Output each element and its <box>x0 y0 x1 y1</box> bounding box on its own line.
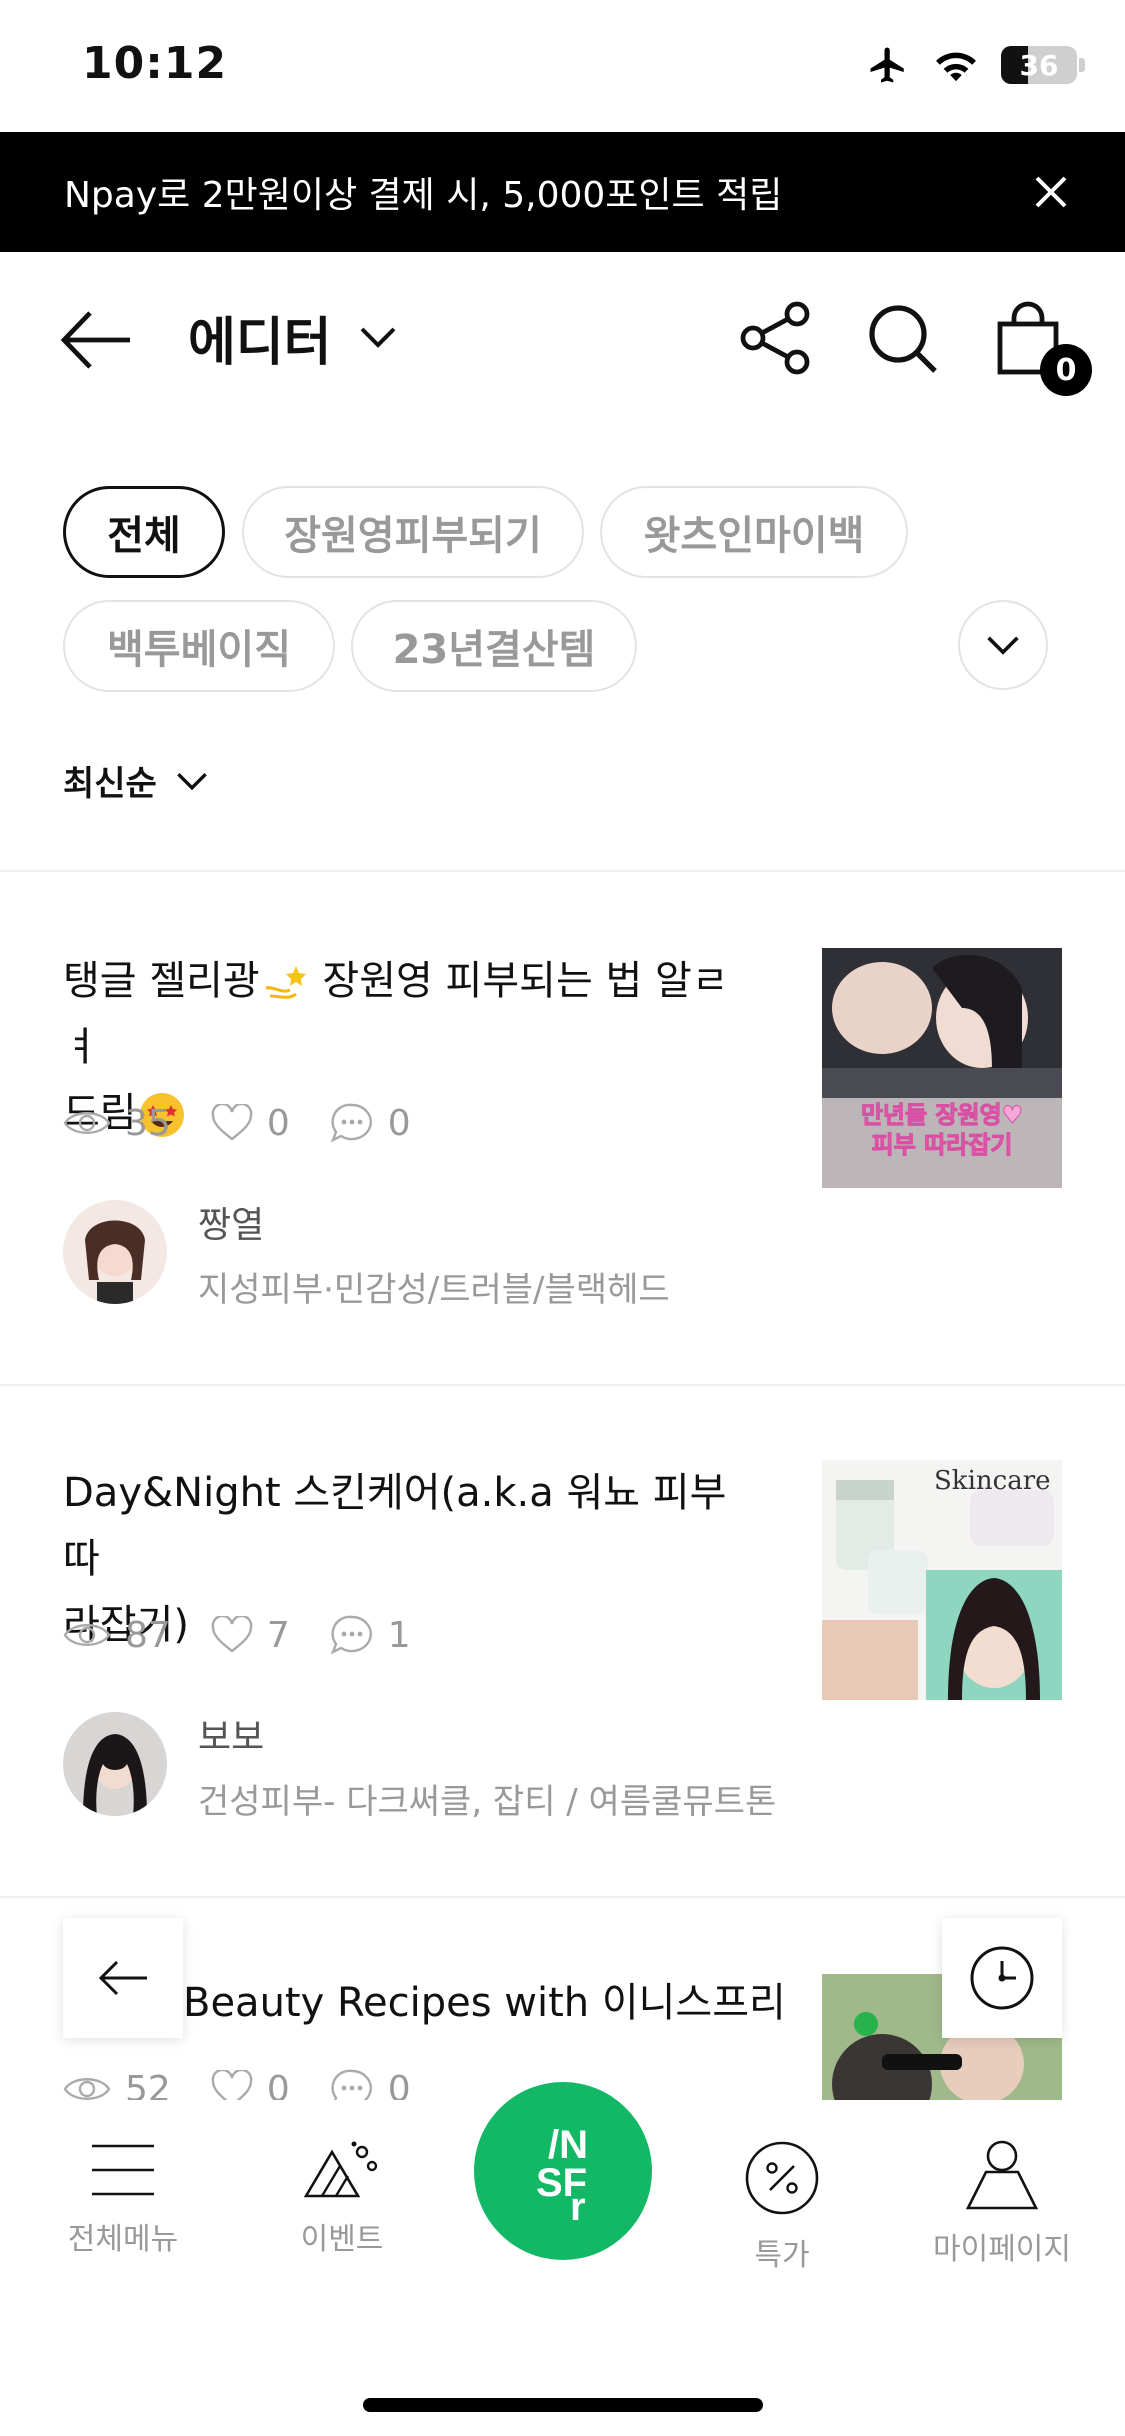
comment-bubble-icon <box>330 1615 372 1655</box>
views-count: 35 <box>125 1102 171 1144</box>
divider <box>0 870 1125 872</box>
comments-stat: 1 <box>330 1614 411 1656</box>
chip-whats-in-my-bag[interactable]: 왓츠인마이백 <box>600 486 908 578</box>
nav-mypage[interactable]: 마이페이지 <box>902 2140 1102 2268</box>
avatar[interactable] <box>63 1712 167 1816</box>
chips-expand-button[interactable] <box>958 600 1048 690</box>
heart-icon <box>211 1104 253 1141</box>
eye-icon <box>63 1112 111 1134</box>
home-indicator <box>363 2398 763 2412</box>
chevron-down-icon <box>360 327 395 348</box>
comments-stat: 0 <box>330 1102 411 1144</box>
nav-label: 이벤트 <box>300 2222 384 2257</box>
recent-history-button[interactable] <box>942 1918 1062 2038</box>
nav-menu[interactable]: 전체메뉴 <box>23 2140 223 2258</box>
shooting-star-emoji-icon <box>265 966 306 999</box>
battery-level: 36 <box>1019 48 1059 82</box>
article-card[interactable]: Day&Night 스킨케어(a.k.a 워뇨 피부 따 라잡기) 87 7 1… <box>0 1460 1125 1860</box>
chip-all[interactable]: 전체 <box>63 486 225 578</box>
avatar[interactable] <box>63 1200 167 1304</box>
chip-label: 백투베이직 <box>107 627 291 673</box>
svg-text:r: r <box>570 2185 586 2226</box>
likes-stat[interactable]: 0 <box>211 1103 290 1144</box>
user-profile-icon <box>965 2140 1039 2210</box>
eye-icon <box>63 1624 111 1646</box>
chip-jangwonyoung[interactable]: 장원영피부되기 <box>242 486 584 578</box>
wifi-icon <box>936 52 976 82</box>
likes-stat[interactable]: 7 <box>211 1615 290 1656</box>
battery-icon: 36 <box>1001 46 1085 84</box>
chip-label: 왓츠인마이백 <box>643 513 865 559</box>
back-arrow-icon[interactable] <box>58 307 134 373</box>
percent-icon <box>745 2141 819 2215</box>
views-stat: 87 <box>63 1615 171 1656</box>
sort-label: 최신순 <box>63 764 157 804</box>
likes-count: 0 <box>266 1102 290 1144</box>
thumbnail-text: 피부 따라잡기 <box>871 1131 1013 1160</box>
scroll-back-button[interactable] <box>63 1918 183 2038</box>
chip-23-review[interactable]: 23년결산템 <box>351 600 637 692</box>
article-thumbnail: Skincare <box>822 1460 1062 1700</box>
comments-count: 1 <box>387 1614 411 1656</box>
comments-count: 0 <box>387 1102 411 1144</box>
author-description: 건성피부- 다크써클, 잡티 / 여름쿨뮤트톤 <box>198 1782 777 1822</box>
status-time: 10:12 <box>82 38 228 89</box>
article-card[interactable]: 탱글 젤리광 장원영 피부되는 법 알ㄹ ㅕ 드림 35 0 0 짱열 지성피부… <box>0 948 1125 1348</box>
nsf-home-button[interactable]: /N SF r <box>474 2082 652 2260</box>
thumbnail-text: 만년돌 장원영♥ <box>860 1101 1024 1130</box>
promo-banner[interactable]: Npay로 2만원이상 결제 시, 5,000포인트 적립 <box>0 132 1125 252</box>
nav-sale[interactable]: 특가 <box>682 2140 882 2274</box>
author-description: 지성피부·민감성/트러블/블랙헤드 <box>198 1270 670 1310</box>
back-arrow-icon <box>98 1960 147 1996</box>
author-name: 짱열 <box>198 1205 265 1246</box>
article-title-text: 탱글 젤리광 <box>63 958 260 1004</box>
chip-label: 장원영피부되기 <box>284 513 542 559</box>
chip-label: 23년결산템 <box>392 627 596 673</box>
views-count: 87 <box>125 1614 171 1656</box>
category-dropdown[interactable]: 에디터 <box>188 300 398 375</box>
thumbnail-text: Skincare <box>934 1466 1051 1496</box>
header: 에디터 0 <box>0 252 1125 427</box>
cart-count-badge: 0 <box>1040 344 1092 396</box>
bottom-nav: 전체메뉴 이벤트 /N SF r 특가 마이페이지 <box>0 2082 1125 2436</box>
share-icon[interactable] <box>735 298 815 378</box>
views-stat: 35 <box>63 1103 171 1144</box>
article-title-text: Beauty Recipes with 이니스프리 <box>183 1980 786 2026</box>
nav-label: 전체메뉴 <box>67 2222 179 2257</box>
nsf-logo-icon: /N SF r <box>536 2123 588 2226</box>
chip-label: 전체 <box>107 513 181 559</box>
article-stats: 87 7 1 <box>63 1614 451 1656</box>
status-icons: 36 <box>865 44 1085 86</box>
article-thumbnail: 만년돌 장원영♥ 피부 따라잡기 <box>822 948 1062 1188</box>
comment-bubble-icon <box>330 1103 372 1143</box>
divider <box>0 1384 1125 1386</box>
chevron-down-icon <box>177 772 207 790</box>
search-icon[interactable] <box>862 298 942 378</box>
event-confetti-icon <box>303 2141 378 2198</box>
promo-text: Npay로 2만원이상 결제 시, 5,000포인트 적립 <box>64 175 783 216</box>
status-bar: 10:12 36 <box>0 0 1125 132</box>
nav-label: 특가 <box>754 2238 810 2273</box>
likes-count: 7 <box>266 1614 290 1656</box>
chip-back-to-basic[interactable]: 백투베이직 <box>63 600 335 692</box>
nav-events[interactable]: 이벤트 <box>242 2140 442 2258</box>
divider <box>0 1896 1125 1898</box>
close-icon[interactable] <box>1027 168 1075 216</box>
hamburger-menu-icon <box>92 2144 154 2196</box>
article-stats: 35 0 0 <box>63 1102 451 1144</box>
chevron-down-icon <box>987 636 1019 655</box>
airplane-icon <box>870 47 904 83</box>
nav-label: 마이페이지 <box>933 2232 1071 2267</box>
clock-icon <box>970 1946 1034 2010</box>
author-name: 보보 <box>198 1717 265 1758</box>
heart-icon <box>211 1616 253 1653</box>
article-title: Beauty Recipes with 이니스프리 <box>183 1970 883 2036</box>
page-title: 에디터 <box>188 313 332 373</box>
sort-dropdown[interactable]: 최신순 <box>63 756 209 805</box>
article-title-text: Day&Night 스킨케어(a.k.a 워뇨 피부 따 <box>63 1470 727 1582</box>
